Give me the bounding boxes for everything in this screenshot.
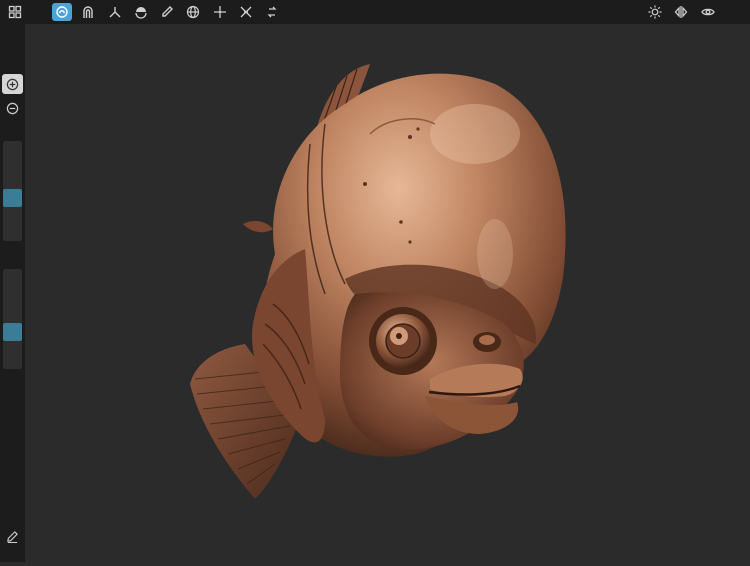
crease-brush-icon[interactable] bbox=[78, 3, 98, 21]
visibility-icon[interactable] bbox=[698, 3, 718, 21]
clay-brush-icon[interactable] bbox=[52, 3, 72, 21]
pencil-icon[interactable] bbox=[2, 526, 23, 546]
symmetry-icon[interactable] bbox=[236, 3, 256, 21]
lighting-icon[interactable] bbox=[645, 3, 665, 21]
subtract-icon[interactable] bbox=[2, 98, 23, 118]
sculpt-model bbox=[190, 64, 566, 499]
intensity-slider-thumb[interactable] bbox=[3, 323, 22, 341]
more-tools-icon[interactable] bbox=[262, 3, 282, 21]
move-brush-icon[interactable] bbox=[105, 3, 125, 21]
grid-icon[interactable] bbox=[5, 3, 25, 21]
sphere-icon[interactable] bbox=[183, 3, 203, 21]
top-toolbar bbox=[0, 0, 750, 24]
left-sidebar bbox=[0, 24, 25, 562]
transform-icon[interactable] bbox=[210, 3, 230, 21]
flatten-brush-icon[interactable] bbox=[131, 3, 151, 21]
mirror-icon[interactable] bbox=[671, 3, 691, 21]
paint-brush-icon[interactable] bbox=[157, 3, 177, 21]
radius-slider-thumb[interactable] bbox=[3, 189, 22, 207]
viewport[interactable] bbox=[25, 24, 750, 562]
intensity-slider[interactable] bbox=[3, 269, 22, 369]
radius-slider[interactable] bbox=[3, 141, 22, 241]
add-icon[interactable] bbox=[2, 74, 23, 94]
